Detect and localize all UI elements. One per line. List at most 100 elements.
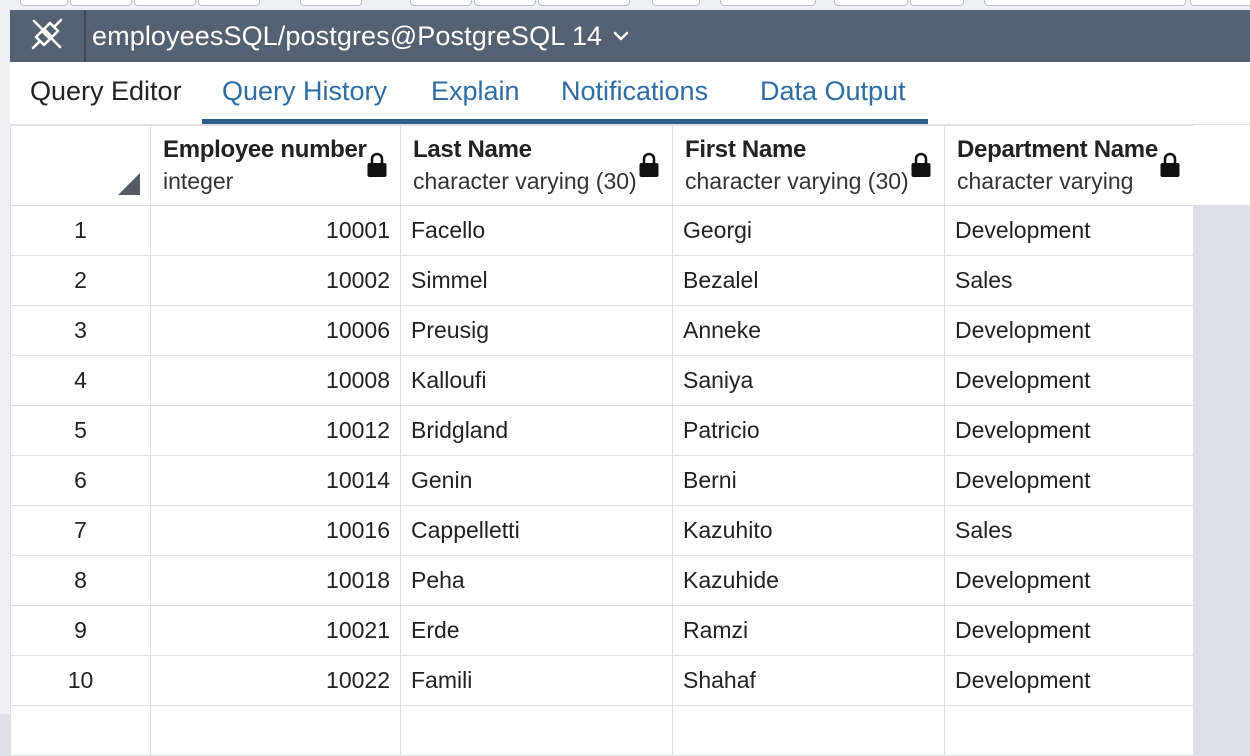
row-number[interactable]: 5 — [10, 405, 151, 456]
cell-employee-number[interactable]: 10002 — [150, 255, 401, 306]
cell-employee-number[interactable] — [150, 705, 401, 756]
table-row[interactable]: 1 10001 Facello Georgi Development — [10, 205, 1194, 256]
tab-data-output[interactable]: Data Output — [760, 76, 906, 107]
table-row[interactable] — [10, 705, 1194, 756]
lock-icon — [366, 152, 388, 178]
row-number[interactable]: 10 — [10, 655, 151, 706]
connection-label[interactable]: employeesSQL/postgres@PostgreSQL 14 — [92, 21, 602, 52]
cell-department-name[interactable]: Sales — [944, 505, 1194, 556]
toolbar-button[interactable] — [20, 0, 68, 6]
cell-last-name[interactable] — [400, 705, 673, 756]
column-name: Department Name — [957, 136, 1158, 163]
cell-last-name[interactable]: Peha — [400, 555, 673, 606]
cell-department-name[interactable]: Development — [944, 355, 1194, 406]
toolbar-button[interactable] — [538, 0, 630, 6]
cell-last-name[interactable]: Famili — [400, 655, 673, 706]
cell-first-name[interactable]: Ramzi — [672, 605, 945, 656]
cell-first-name[interactable]: Berni — [672, 455, 945, 506]
toolbar-button[interactable] — [652, 0, 700, 6]
toolbar-button[interactable] — [198, 0, 260, 6]
cell-employee-number[interactable]: 10012 — [150, 405, 401, 456]
cell-employee-number[interactable]: 10021 — [150, 605, 401, 656]
lock-icon — [1159, 152, 1181, 178]
cell-first-name[interactable]: Saniya — [672, 355, 945, 406]
row-number[interactable]: 2 — [10, 255, 151, 306]
cell-department-name[interactable]: Development — [944, 655, 1194, 706]
table-row[interactable]: 5 10012 Bridgland Patricio Development — [10, 405, 1194, 456]
cell-employee-number[interactable]: 10016 — [150, 505, 401, 556]
connection-status-button[interactable] — [10, 10, 86, 62]
cell-employee-number[interactable]: 10022 — [150, 655, 401, 706]
tab-query-editor[interactable]: Query Editor — [30, 76, 182, 107]
cell-department-name[interactable]: Development — [944, 305, 1194, 356]
lock-icon — [638, 152, 660, 178]
column-header-employee-number[interactable]: Employee number integer — [150, 125, 401, 206]
cell-last-name[interactable]: Erde — [400, 605, 673, 656]
connection-bar: employeesSQL/postgres@PostgreSQL 14 — [10, 10, 1250, 62]
toolbar-button[interactable] — [984, 0, 1186, 6]
cell-first-name[interactable]: Shahaf — [672, 655, 945, 706]
toolbar-button[interactable] — [474, 0, 536, 6]
tab-notifications[interactable]: Notifications — [561, 76, 708, 107]
cell-department-name[interactable]: Development — [944, 405, 1194, 456]
cell-department-name[interactable]: Development — [944, 205, 1194, 256]
column-header-department-name[interactable]: Department Name character varying — [944, 125, 1194, 206]
cell-department-name[interactable]: Development — [944, 555, 1194, 606]
toolbar-button[interactable] — [1190, 0, 1250, 6]
row-number[interactable]: 3 — [10, 305, 151, 356]
table-row[interactable]: 3 10006 Preusig Anneke Development — [10, 305, 1194, 356]
left-edge — [0, 10, 10, 714]
row-number[interactable] — [10, 705, 151, 756]
table-row[interactable]: 4 10008 Kalloufi Saniya Development — [10, 355, 1194, 406]
cell-first-name[interactable]: Patricio — [672, 405, 945, 456]
cell-department-name[interactable] — [944, 705, 1194, 756]
toolbar-button[interactable] — [70, 0, 132, 6]
table-row[interactable]: 9 10021 Erde Ramzi Development — [10, 605, 1194, 656]
cell-employee-number[interactable]: 10006 — [150, 305, 401, 356]
cell-department-name[interactable]: Sales — [944, 255, 1194, 306]
select-all-cell[interactable] — [10, 125, 151, 206]
cell-last-name[interactable]: Kalloufi — [400, 355, 673, 406]
row-number[interactable]: 7 — [10, 505, 151, 556]
cell-employee-number[interactable]: 10018 — [150, 555, 401, 606]
cell-last-name[interactable]: Cappelletti — [400, 505, 673, 556]
header-row: Employee number integer Last Name charac… — [10, 125, 1194, 206]
row-number[interactable]: 9 — [10, 605, 151, 656]
cell-department-name[interactable]: Development — [944, 605, 1194, 656]
row-number[interactable]: 8 — [10, 555, 151, 606]
cell-employee-number[interactable]: 10008 — [150, 355, 401, 406]
table-row[interactable]: 8 10018 Peha Kazuhide Development — [10, 555, 1194, 606]
row-number[interactable]: 6 — [10, 455, 151, 506]
table-row[interactable]: 10 10022 Famili Shahaf Development — [10, 655, 1194, 706]
cell-last-name[interactable]: Bridgland — [400, 405, 673, 456]
table-row[interactable]: 2 10002 Simmel Bezalel Sales — [10, 255, 1194, 306]
tab-query-history[interactable]: Query History — [222, 76, 387, 107]
cell-first-name[interactable] — [672, 705, 945, 756]
toolbar-button[interactable] — [720, 0, 816, 6]
toolbar-button[interactable] — [910, 0, 964, 6]
cell-employee-number[interactable]: 10001 — [150, 205, 401, 256]
toolbar-button[interactable] — [134, 0, 196, 6]
cell-last-name[interactable]: Facello — [400, 205, 673, 256]
toolbar-button[interactable] — [410, 0, 472, 6]
cell-first-name[interactable]: Anneke — [672, 305, 945, 356]
cell-first-name[interactable]: Kazuhide — [672, 555, 945, 606]
column-header-last-name[interactable]: Last Name character varying (30) — [400, 125, 673, 206]
cell-employee-number[interactable]: 10014 — [150, 455, 401, 506]
row-number[interactable]: 4 — [10, 355, 151, 406]
cell-last-name[interactable]: Simmel — [400, 255, 673, 306]
cell-department-name[interactable]: Development — [944, 455, 1194, 506]
toolbar-button[interactable] — [300, 0, 362, 6]
table-row[interactable]: 6 10014 Genin Berni Development — [10, 455, 1194, 506]
cell-first-name[interactable]: Bezalel — [672, 255, 945, 306]
toolbar-button[interactable] — [834, 0, 908, 6]
chevron-down-icon[interactable] — [612, 30, 630, 42]
table-row[interactable]: 7 10016 Cappelletti Kazuhito Sales — [10, 505, 1194, 556]
row-number[interactable]: 1 — [10, 205, 151, 256]
cell-first-name[interactable]: Georgi — [672, 205, 945, 256]
cell-last-name[interactable]: Genin — [400, 455, 673, 506]
tab-explain[interactable]: Explain — [431, 76, 520, 107]
cell-last-name[interactable]: Preusig — [400, 305, 673, 356]
cell-first-name[interactable]: Kazuhito — [672, 505, 945, 556]
column-header-first-name[interactable]: First Name character varying (30) — [672, 125, 945, 206]
